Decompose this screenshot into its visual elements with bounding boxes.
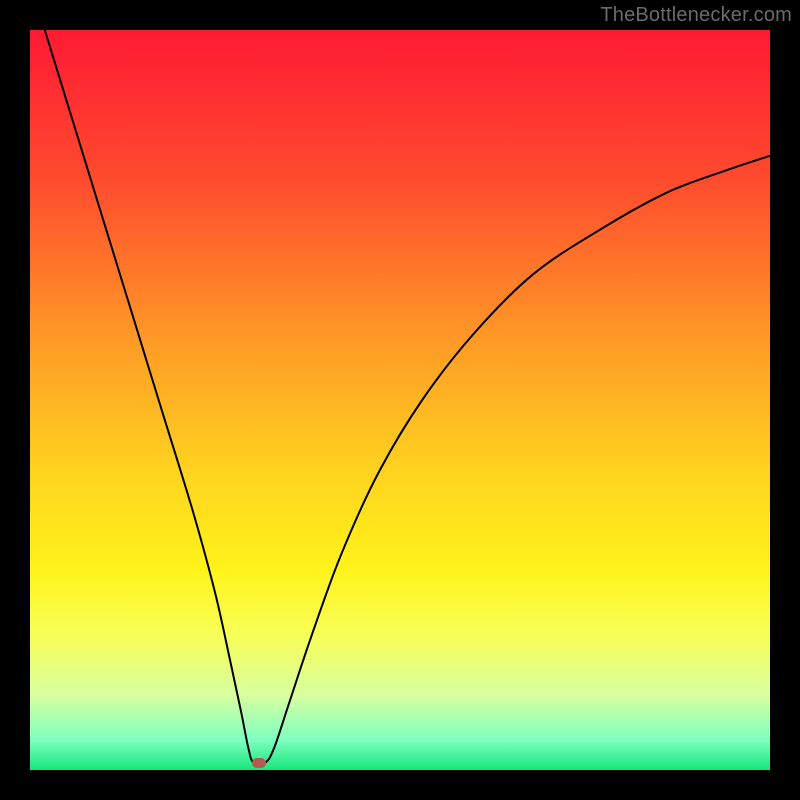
bottleneck-curve [30, 30, 770, 770]
chart-frame: TheBottlenecker.com [0, 0, 800, 800]
plot-area [30, 30, 770, 770]
optimum-marker [252, 758, 266, 768]
curve-path [45, 30, 770, 764]
watermark-text: TheBottlenecker.com [600, 4, 792, 27]
